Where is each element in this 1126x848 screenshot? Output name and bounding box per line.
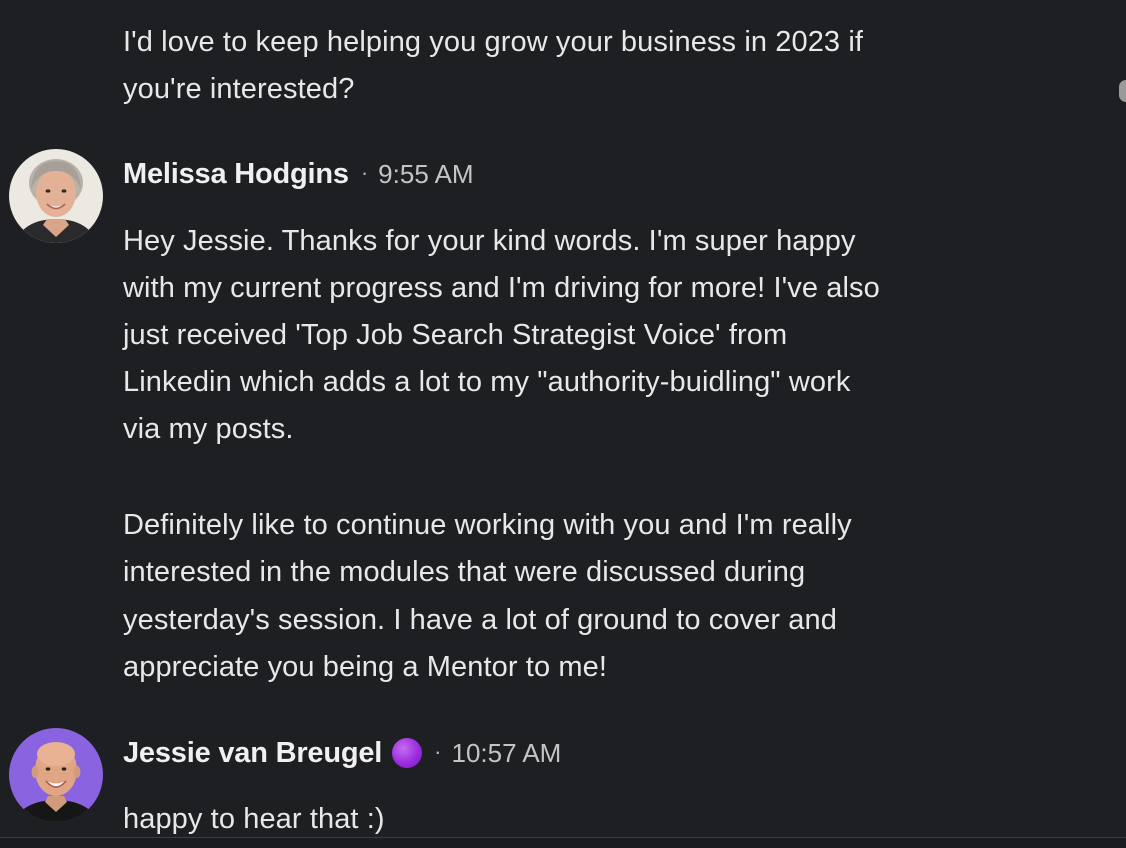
avatar-melissa-hodgins[interactable] (9, 149, 103, 243)
scrollbar-handle[interactable] (1119, 80, 1126, 102)
message-line: I'd love to keep helping you grow your b… (123, 26, 864, 58)
message-timestamp: 10:57 AM (451, 737, 562, 768)
separator-dot: · (434, 739, 442, 764)
premium-badge-icon (392, 738, 423, 768)
message-line: happy to hear that :) (123, 803, 385, 835)
message-line: with my current progress and I'm driving… (123, 272, 880, 304)
message-line: you're interested? (123, 73, 355, 105)
separator-dot: · (360, 160, 369, 185)
message-line: appreciate you being a Mentor to me! (123, 651, 607, 683)
message-header: Jessie van Breugel · 10:57 AM (123, 731, 561, 775)
message-line: yesterday's session. I have a lot of gro… (123, 604, 837, 636)
profile-photo-icon (9, 728, 103, 822)
message-line: Linkedin which adds a lot to my "authori… (123, 366, 851, 398)
composer-divider (0, 837, 1126, 848)
avatar-jessie-van-breugel[interactable] (9, 728, 103, 822)
message-header: Melissa Hodgins · 9:55 AM (123, 152, 474, 196)
sender-name[interactable]: Jessie van Breugel (123, 737, 382, 770)
message-thread: I'd love to keep helping you grow your b… (0, 0, 1126, 848)
message-line: via my posts. (123, 413, 294, 445)
message-timestamp: 9:55 AM (378, 158, 474, 189)
message-line: Definitely like to continue working with… (123, 509, 852, 541)
profile-photo-icon (9, 149, 103, 243)
sender-name[interactable]: Melissa Hodgins (123, 158, 349, 191)
message-line: just received 'Top Job Search Strategist… (123, 319, 788, 351)
message-line: Hey Jessie. Thanks for your kind words. … (123, 225, 856, 257)
message-line: interested in the modules that were disc… (123, 556, 806, 588)
